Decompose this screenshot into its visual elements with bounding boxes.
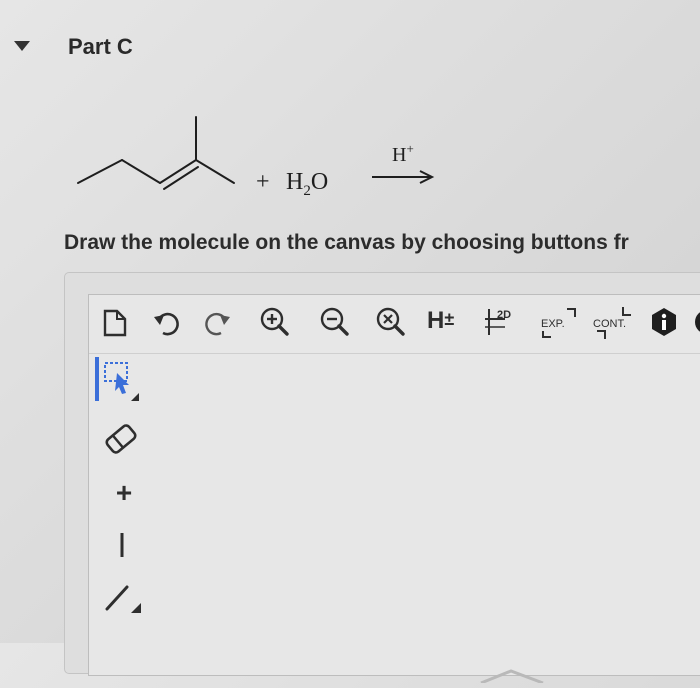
- drawing-canvas[interactable]: [151, 353, 700, 685]
- undo-icon[interactable]: [151, 305, 183, 341]
- zoom-in-icon[interactable]: [257, 305, 293, 341]
- increase-charge-button[interactable]: +: [99, 471, 149, 515]
- reaction-scheme: + H2O H+: [77, 116, 435, 199]
- hydrogen-toggle-label: H: [427, 307, 445, 334]
- expand-button[interactable]: EXP.: [537, 305, 581, 341]
- contract-label: CONT.: [593, 318, 626, 330]
- hydrogen-toggle-button[interactable]: H±: [427, 307, 454, 343]
- new-document-icon[interactable]: [99, 305, 129, 341]
- collapse-arrow-icon[interactable]: [14, 41, 30, 51]
- contract-button[interactable]: CONT.: [589, 305, 637, 341]
- editor-toolbar: H± 2D EXP. CONT.: [89, 295, 700, 354]
- selection-tool-button[interactable]: [95, 357, 149, 401]
- clean-2d-button[interactable]: 2D: [483, 305, 523, 341]
- water-formula: H2O: [286, 169, 328, 199]
- reaction-arrow: [372, 170, 435, 184]
- info-icon[interactable]: [649, 307, 679, 343]
- molecule-editor: H± 2D EXP. CONT. +: [88, 294, 700, 685]
- clean-2d-label: 2D: [497, 309, 511, 321]
- alkene-structure: [77, 116, 235, 190]
- zoom-reset-icon[interactable]: [373, 305, 409, 341]
- part-title: Part C: [68, 34, 133, 59]
- more-options-icon[interactable]: [693, 307, 700, 343]
- zoom-out-icon[interactable]: [317, 305, 353, 341]
- instruction-text: Draw the molecule on the canvas by choos…: [64, 231, 629, 254]
- expand-label: EXP.: [541, 318, 565, 330]
- hydrogen-toggle-mark: ±: [444, 309, 455, 329]
- canvas-partial-shape: [480, 669, 544, 685]
- redo-icon[interactable]: [201, 305, 233, 341]
- reaction-plus: +: [256, 169, 270, 195]
- side-toolbar: +: [89, 353, 151, 683]
- eraser-icon[interactable]: [99, 417, 149, 461]
- bond-line-tool[interactable]: [99, 573, 149, 617]
- catalyst-label: H+: [392, 141, 414, 166]
- single-bond-tool[interactable]: [99, 523, 149, 567]
